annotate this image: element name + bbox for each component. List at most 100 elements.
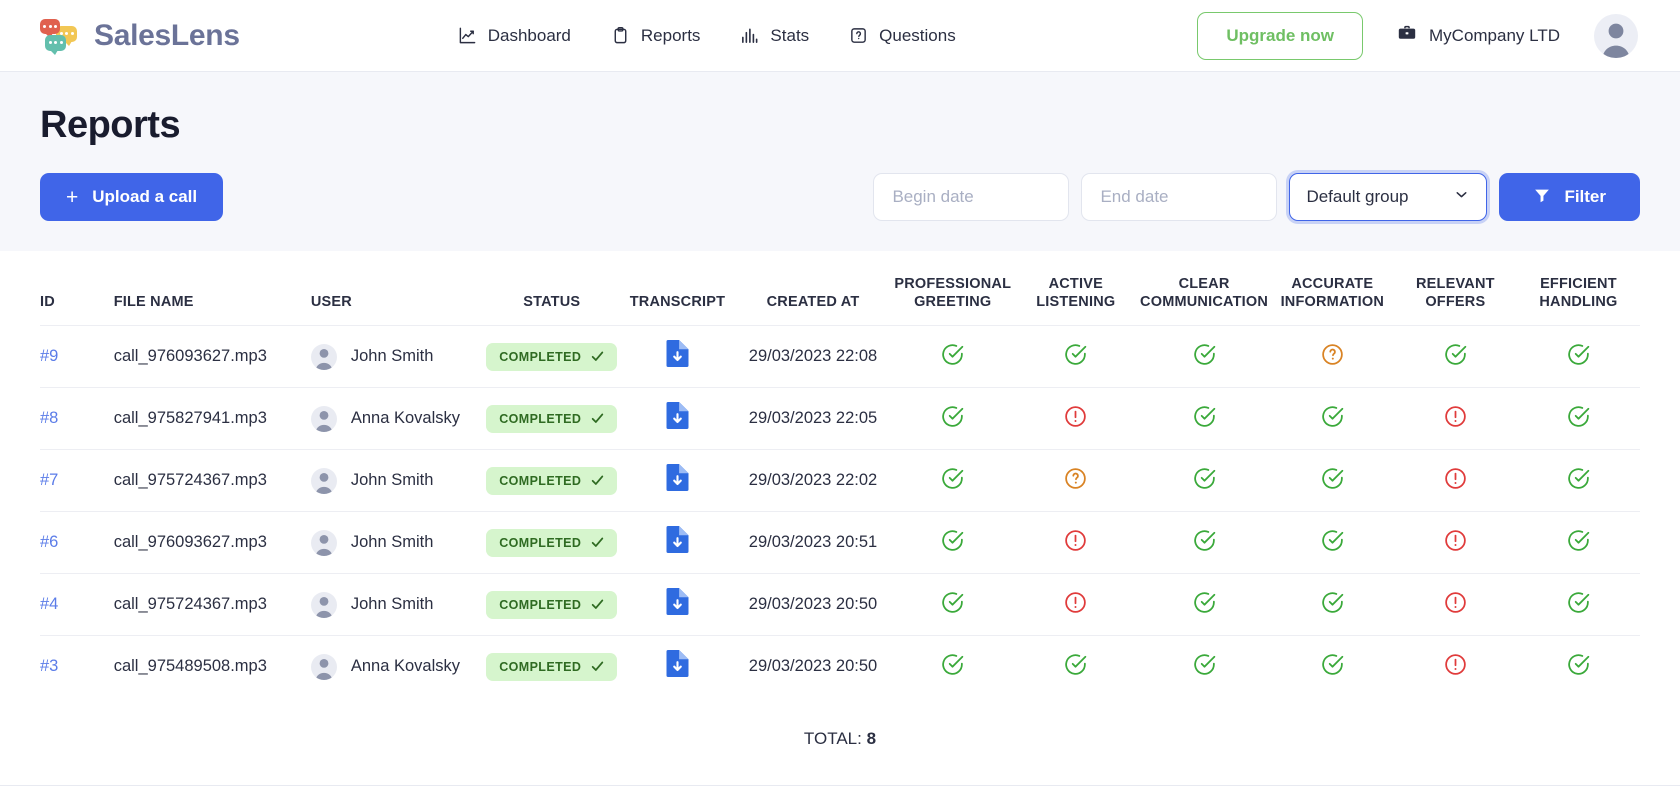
check-icon — [592, 599, 604, 610]
user-avatar-icon — [310, 405, 337, 432]
metric-cell-relevant-offers — [1393, 511, 1517, 574]
download-transcript-icon[interactable] — [664, 649, 691, 684]
filter-button[interactable]: Filter — [1499, 173, 1640, 221]
download-transcript-icon[interactable] — [664, 339, 691, 374]
group-select[interactable]: Default group — [1289, 173, 1488, 221]
check-circle-icon — [1063, 652, 1088, 682]
metric-cell-clear-communication — [1137, 511, 1271, 574]
check-icon — [592, 413, 604, 424]
user-avatar-icon — [310, 467, 337, 494]
nav-item-reports[interactable]: Reports — [611, 26, 700, 46]
report-id-link[interactable]: #4 — [40, 595, 58, 613]
check-circle-icon — [1566, 404, 1591, 434]
check-circle-icon — [940, 652, 965, 682]
download-transcript-icon[interactable] — [664, 525, 691, 560]
report-id-link[interactable]: #7 — [40, 471, 58, 489]
metric-cell-professional-greeting — [891, 325, 1015, 388]
created-at-cell: 29/03/2023 22:02 — [734, 449, 892, 512]
col-header-file-name: FILE NAME — [113, 294, 194, 311]
check-circle-icon — [940, 342, 965, 372]
metric-cell-efficient-handling — [1516, 325, 1640, 388]
col-header-accurate-information: ACCURATE INFORMATION — [1280, 276, 1384, 311]
user-avatar[interactable] — [1594, 13, 1638, 58]
metric-cell-accurate-information — [1270, 387, 1394, 450]
clipboard-icon — [611, 26, 630, 45]
report-id-link[interactable]: #9 — [40, 347, 58, 365]
metric-cell-accurate-information — [1270, 449, 1394, 512]
nav-item-dashboard[interactable]: Dashboard — [458, 26, 571, 46]
created-at-cell: 29/03/2023 22:05 — [734, 387, 892, 450]
status-badge: COMPLETED — [486, 590, 618, 619]
metric-cell-efficient-handling — [1516, 573, 1640, 636]
check-circle-icon — [1063, 342, 1088, 372]
created-at-cell: 29/03/2023 20:51 — [734, 511, 892, 574]
metric-cell-relevant-offers — [1393, 635, 1517, 698]
metric-cell-clear-communication — [1137, 325, 1271, 388]
metric-cell-efficient-handling — [1516, 449, 1640, 512]
nav-item-questions[interactable]: Questions — [849, 26, 956, 46]
file-name-cell: call_975489508.mp3 — [81, 635, 275, 698]
reports-toolbar: + Upload a call Default group Filter — [40, 173, 1640, 251]
file-name-cell: call_976093627.mp3 — [81, 325, 275, 388]
brand-logo[interactable]: SalesLens — [40, 18, 240, 55]
check-circle-icon — [1566, 466, 1591, 496]
check-circle-icon — [1443, 342, 1468, 372]
metric-cell-efficient-handling — [1516, 635, 1640, 698]
check-icon — [592, 475, 604, 486]
download-transcript-icon[interactable] — [664, 587, 691, 622]
report-id-link[interactable]: #3 — [40, 657, 58, 675]
metric-cell-accurate-information — [1270, 635, 1394, 698]
upload-a-call-button[interactable]: + Upload a call — [40, 173, 224, 221]
check-circle-icon — [1192, 342, 1217, 372]
company-selector[interactable]: MyCompany LTD — [1397, 23, 1560, 48]
download-transcript-icon[interactable] — [664, 401, 691, 436]
metric-cell-relevant-offers — [1393, 449, 1517, 512]
upgrade-now-button[interactable]: Upgrade now — [1197, 11, 1363, 60]
report-id-link[interactable]: #6 — [40, 533, 58, 551]
status-badge: COMPLETED — [486, 342, 618, 371]
metric-cell-active-listening — [1014, 511, 1138, 574]
metric-cell-clear-communication — [1137, 449, 1271, 512]
created-at-cell: 29/03/2023 20:50 — [734, 573, 892, 636]
total-value: 8 — [866, 729, 877, 749]
metric-cell-professional-greeting — [891, 387, 1015, 450]
metric-cell-professional-greeting — [891, 573, 1015, 636]
report-id-link[interactable]: #8 — [40, 409, 58, 427]
download-transcript-icon[interactable] — [664, 463, 691, 498]
app-header: SalesLens Dashboard Reports Stats Questi… — [0, 0, 1680, 72]
metric-cell-active-listening — [1014, 387, 1138, 450]
check-icon — [592, 537, 604, 548]
total-label: TOTAL: — [803, 729, 862, 749]
header-actions: Upgrade now MyCompany LTD — [1197, 11, 1638, 60]
metric-cell-efficient-handling — [1516, 511, 1640, 574]
col-header-transcript: TRANSCRIPT — [629, 294, 726, 311]
end-date-input[interactable] — [1081, 173, 1278, 221]
user-name: John Smith — [350, 471, 434, 490]
col-header-status: STATUS — [523, 294, 581, 311]
metric-cell-active-listening — [1014, 635, 1138, 698]
metric-cell-professional-greeting — [891, 511, 1015, 574]
alert-circle-icon — [1443, 404, 1468, 434]
col-header-user: USER — [310, 294, 352, 311]
check-circle-icon — [1320, 466, 1345, 496]
page-body: Reports + Upload a call Default group — [0, 72, 1680, 251]
metric-cell-relevant-offers — [1393, 387, 1517, 450]
file-name-cell: call_975827941.mp3 — [81, 387, 275, 450]
user-name: Anna Kovalsky — [350, 409, 460, 428]
table-body: #9 call_976093627.mp3 John Smith COMPLETED 2… — [40, 325, 1640, 698]
alert-circle-icon — [1443, 590, 1468, 620]
nav-item-stats[interactable]: Stats — [740, 26, 809, 46]
col-header-active-listening: ACTIVE LISTENING — [1036, 276, 1116, 311]
check-circle-icon — [1320, 590, 1345, 620]
alert-circle-icon — [1063, 528, 1088, 558]
check-circle-icon — [1566, 342, 1591, 372]
user-name: John Smith — [350, 595, 434, 614]
begin-date-input[interactable] — [873, 173, 1070, 221]
upload-button-label: Upload a call — [92, 187, 198, 206]
question-circle-icon — [1320, 342, 1345, 372]
metric-cell-active-listening — [1014, 325, 1138, 388]
user-name: John Smith — [350, 347, 434, 366]
file-name-cell: call_976093627.mp3 — [81, 511, 275, 574]
metric-cell-accurate-information — [1270, 511, 1394, 574]
check-circle-icon — [1192, 528, 1217, 558]
